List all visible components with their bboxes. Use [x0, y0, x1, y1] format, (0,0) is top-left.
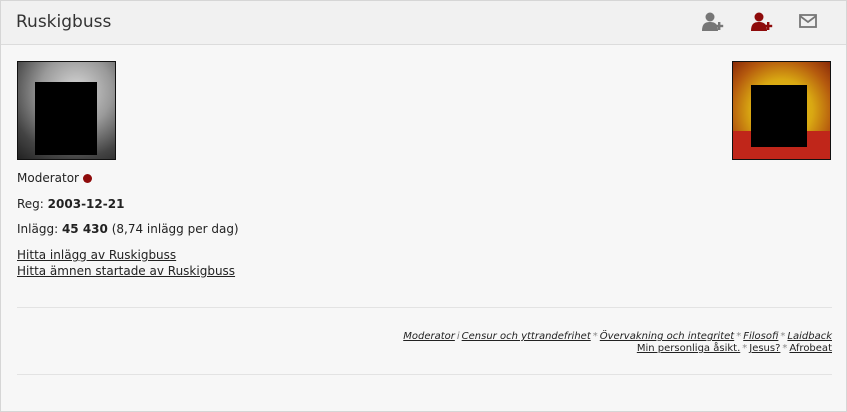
moderator-dot-icon	[82, 173, 92, 183]
signature-line-2: Min personliga åsikt. * Jesus? * Afrobeat	[637, 343, 832, 354]
signature-link[interactable]: Censur och yttrandefrihet	[462, 331, 591, 342]
envelope-icon[interactable]	[798, 13, 822, 35]
signature-link[interactable]: Moderator	[403, 331, 455, 342]
posts-rate: (8,74 inlägg per dag)	[111, 222, 239, 236]
registration-date: Reg: 2003-12-21	[17, 197, 124, 211]
profile-panel: Ruskigbuss Moderator Reg: 2003-12-21 Inl…	[0, 0, 847, 412]
signature-link[interactable]: Afrobeat	[789, 343, 832, 354]
user-role: Moderator	[17, 171, 92, 185]
signature-separator: i	[456, 331, 460, 342]
signature-link[interactable]: Min personliga åsikt.	[637, 343, 740, 354]
add-friend-highlighted-icon[interactable]	[750, 11, 774, 33]
signature-link[interactable]: Filosofi	[743, 331, 778, 342]
reg-value: 2003-12-21	[47, 197, 125, 211]
profile-header: Ruskigbuss	[1, 1, 846, 45]
signature-link[interactable]: Laidback	[787, 331, 832, 342]
find-topics-link[interactable]: Hitta ämnen startade av Ruskigbuss	[17, 264, 235, 278]
signature-separator: *	[742, 343, 748, 354]
user-avatar	[17, 61, 116, 160]
signature-separator: *	[736, 331, 742, 342]
divider	[17, 307, 832, 308]
signature-line-1: Moderator i Censur och yttrandefrihet * Över…	[403, 331, 832, 342]
signature-separator: *	[592, 331, 598, 342]
signature-link[interactable]: Övervakning och integritet	[600, 331, 734, 342]
add-friend-icon[interactable]	[701, 11, 725, 33]
divider	[17, 374, 832, 375]
username-title: Ruskigbuss	[16, 12, 112, 32]
find-posts-link[interactable]: Hitta inlägg av Ruskigbuss	[17, 248, 176, 262]
signature-link[interactable]: Jesus?	[749, 343, 780, 354]
reg-label: Reg:	[17, 197, 44, 211]
posts-label: Inlägg:	[17, 222, 59, 236]
redaction-box	[35, 82, 97, 155]
redaction-box	[751, 85, 807, 147]
posts-value: 45 430	[61, 222, 108, 236]
role-label: Moderator	[17, 171, 79, 185]
secondary-avatar	[732, 61, 831, 160]
post-count: Inlägg: 45 430 (8,74 inlägg per dag)	[17, 222, 239, 236]
